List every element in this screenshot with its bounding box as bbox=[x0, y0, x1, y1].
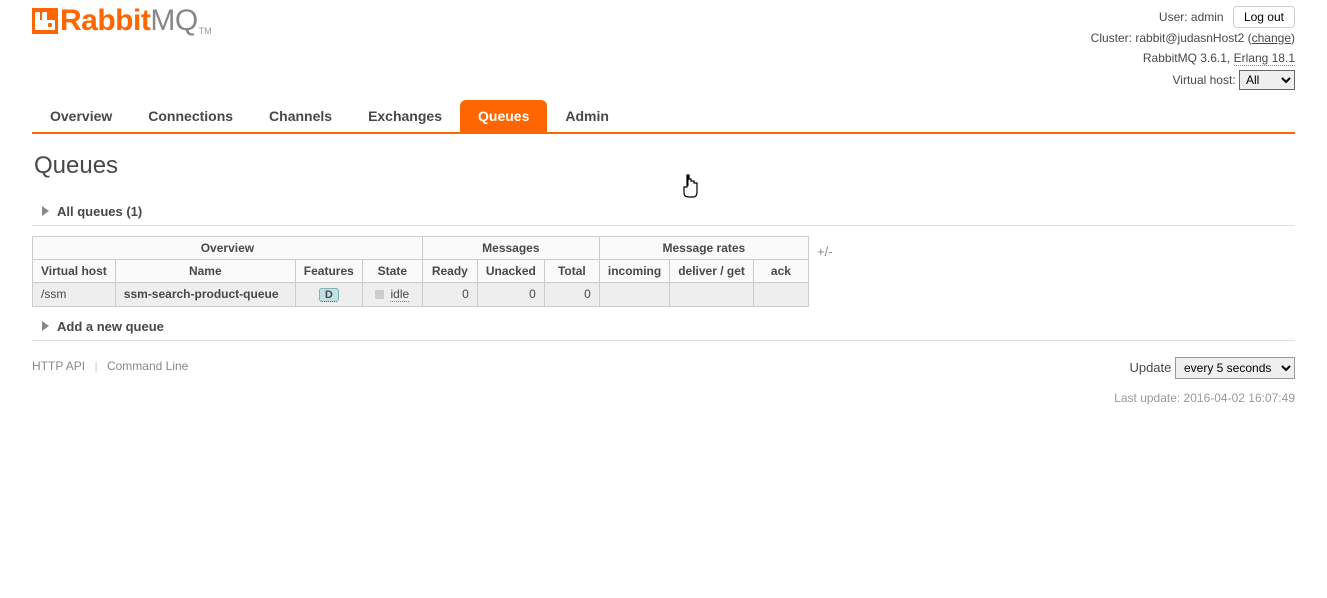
col-ack[interactable]: ack bbox=[753, 259, 808, 282]
state-dot-icon bbox=[375, 290, 384, 299]
queues-table: Overview Messages Message rates Virtual … bbox=[32, 236, 809, 307]
col-incoming[interactable]: incoming bbox=[599, 259, 669, 282]
section-all-queues-label: All queues (1) bbox=[57, 204, 142, 219]
cluster-label: Cluster: bbox=[1091, 31, 1132, 45]
logo-text-mq: MQ bbox=[150, 4, 197, 37]
cluster-change-link[interactable]: change bbox=[1252, 31, 1291, 45]
command-line-link[interactable]: Command Line bbox=[107, 359, 188, 373]
cell-incoming bbox=[599, 282, 669, 306]
http-api-link[interactable]: HTTP API bbox=[32, 359, 85, 373]
cell-deliver bbox=[670, 282, 754, 306]
logo-text-rabbit: Rabbit bbox=[60, 4, 150, 37]
version-text: RabbitMQ 3.6.1, bbox=[1143, 51, 1230, 65]
cell-vhost: /ssm bbox=[33, 282, 116, 306]
logout-button[interactable]: Log out bbox=[1233, 6, 1295, 28]
columns-toggle[interactable]: +/- bbox=[817, 244, 833, 259]
tab-admin[interactable]: Admin bbox=[547, 100, 627, 132]
cell-features: D bbox=[295, 282, 362, 306]
col-group-messages: Messages bbox=[422, 236, 599, 259]
table-row: /ssm ssm-search-product-queue D idle 0 0… bbox=[33, 282, 809, 306]
tab-channels[interactable]: Channels bbox=[251, 100, 350, 132]
cell-unacked: 0 bbox=[477, 282, 544, 306]
col-group-overview: Overview bbox=[33, 236, 423, 259]
tab-overview[interactable]: Overview bbox=[32, 100, 130, 132]
section-add-queue-label: Add a new queue bbox=[57, 319, 164, 334]
section-add-queue[interactable]: Add a new queue bbox=[32, 313, 1295, 340]
col-name[interactable]: Name bbox=[115, 259, 295, 282]
divider bbox=[32, 225, 1295, 226]
col-unacked[interactable]: Unacked bbox=[477, 259, 544, 282]
col-total[interactable]: Total bbox=[544, 259, 599, 282]
user-value: admin bbox=[1191, 10, 1224, 24]
caret-right-icon bbox=[42, 206, 49, 216]
cluster-value: rabbit@judasnHost2 bbox=[1135, 31, 1244, 45]
tab-connections[interactable]: Connections bbox=[130, 100, 251, 132]
cell-name[interactable]: ssm-search-product-queue bbox=[115, 282, 295, 306]
col-vhost[interactable]: Virtual host bbox=[33, 259, 116, 282]
tab-queues[interactable]: Queues bbox=[460, 100, 547, 132]
erlang-version: Erlang 18.1 bbox=[1234, 51, 1295, 66]
vhost-label: Virtual host: bbox=[1173, 73, 1236, 87]
rabbitmq-logo-icon bbox=[32, 8, 58, 34]
cell-ready: 0 bbox=[422, 282, 477, 306]
logo: RabbitMQ TM bbox=[32, 4, 211, 38]
cell-state: idle bbox=[362, 282, 422, 306]
user-label: User: bbox=[1159, 10, 1188, 24]
footer-separator: | bbox=[94, 359, 97, 373]
cell-ack bbox=[753, 282, 808, 306]
page-title: Queues bbox=[34, 152, 1295, 180]
update-label: Update bbox=[1129, 360, 1171, 375]
col-deliver[interactable]: deliver / get bbox=[670, 259, 754, 282]
logo-trademark: TM bbox=[199, 26, 212, 36]
update-interval-select[interactable]: every 5 seconds bbox=[1175, 357, 1295, 379]
col-state[interactable]: State bbox=[362, 259, 422, 282]
cell-total: 0 bbox=[544, 282, 599, 306]
divider bbox=[32, 340, 1295, 341]
feature-badge-durable: D bbox=[319, 288, 339, 302]
vhost-select[interactable]: All bbox=[1239, 70, 1295, 90]
col-features[interactable]: Features bbox=[295, 259, 362, 282]
last-update-text: Last update: 2016-04-02 16:07:49 bbox=[32, 391, 1295, 405]
col-ready[interactable]: Ready bbox=[422, 259, 477, 282]
col-group-rates: Message rates bbox=[599, 236, 808, 259]
section-all-queues[interactable]: All queues (1) bbox=[32, 198, 1295, 225]
caret-right-icon bbox=[42, 321, 49, 331]
tab-exchanges[interactable]: Exchanges bbox=[350, 100, 460, 132]
main-tabs: Overview Connections Channels Exchanges … bbox=[32, 100, 1295, 134]
